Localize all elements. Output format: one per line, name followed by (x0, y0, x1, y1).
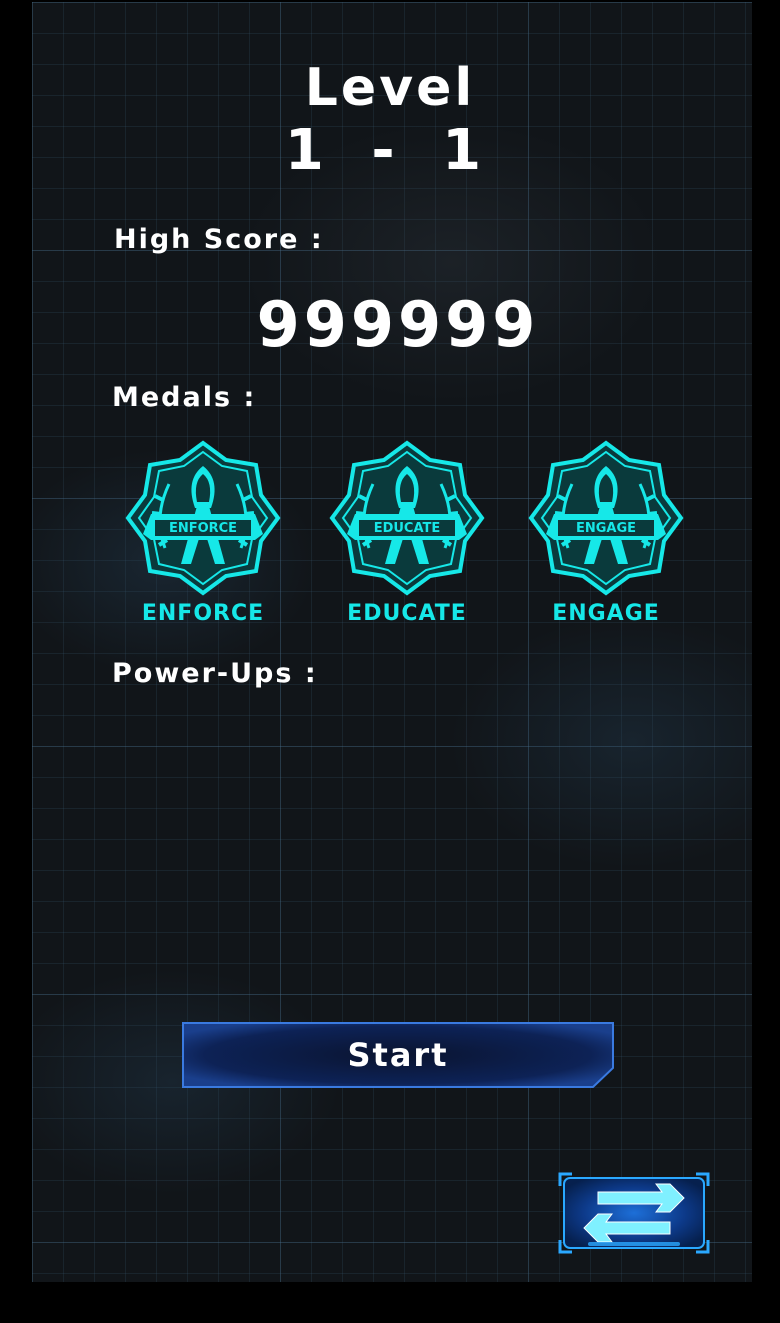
swap-button[interactable] (558, 1172, 710, 1254)
level-title: Level (304, 58, 476, 118)
high-score-value: 999999 (256, 288, 540, 361)
start-button[interactable]: Start (182, 1022, 614, 1088)
high-score-label: High Score : (114, 224, 324, 255)
game-screen: Level 1 - 1 High Score : 999999 Medals :… (0, 0, 780, 1323)
power-ups-label: Power-Ups : (112, 658, 318, 689)
medal-name-educate: EDUCATE (347, 601, 467, 626)
swap-arrows-icon (558, 1172, 710, 1254)
start-button-label: Start (347, 1036, 449, 1074)
medal-ribbon-text: EDUCATE (374, 521, 441, 536)
medal-ribbon-text: ENFORCE (169, 521, 237, 536)
level-info-panel (32, 2, 752, 1282)
medal-engage-icon: ENGAGE (528, 440, 684, 596)
medal-name-enforce: ENFORCE (141, 601, 265, 626)
medal-ribbon-text: ENGAGE (576, 521, 636, 536)
level-number: 1 - 1 (284, 118, 496, 183)
medals-label: Medals : (112, 382, 257, 413)
medal-enforce-icon: ENFORCE (125, 440, 281, 596)
medal-name-engage: ENGAGE (552, 601, 660, 626)
medal-educate-icon: EDUCATE (329, 440, 485, 596)
